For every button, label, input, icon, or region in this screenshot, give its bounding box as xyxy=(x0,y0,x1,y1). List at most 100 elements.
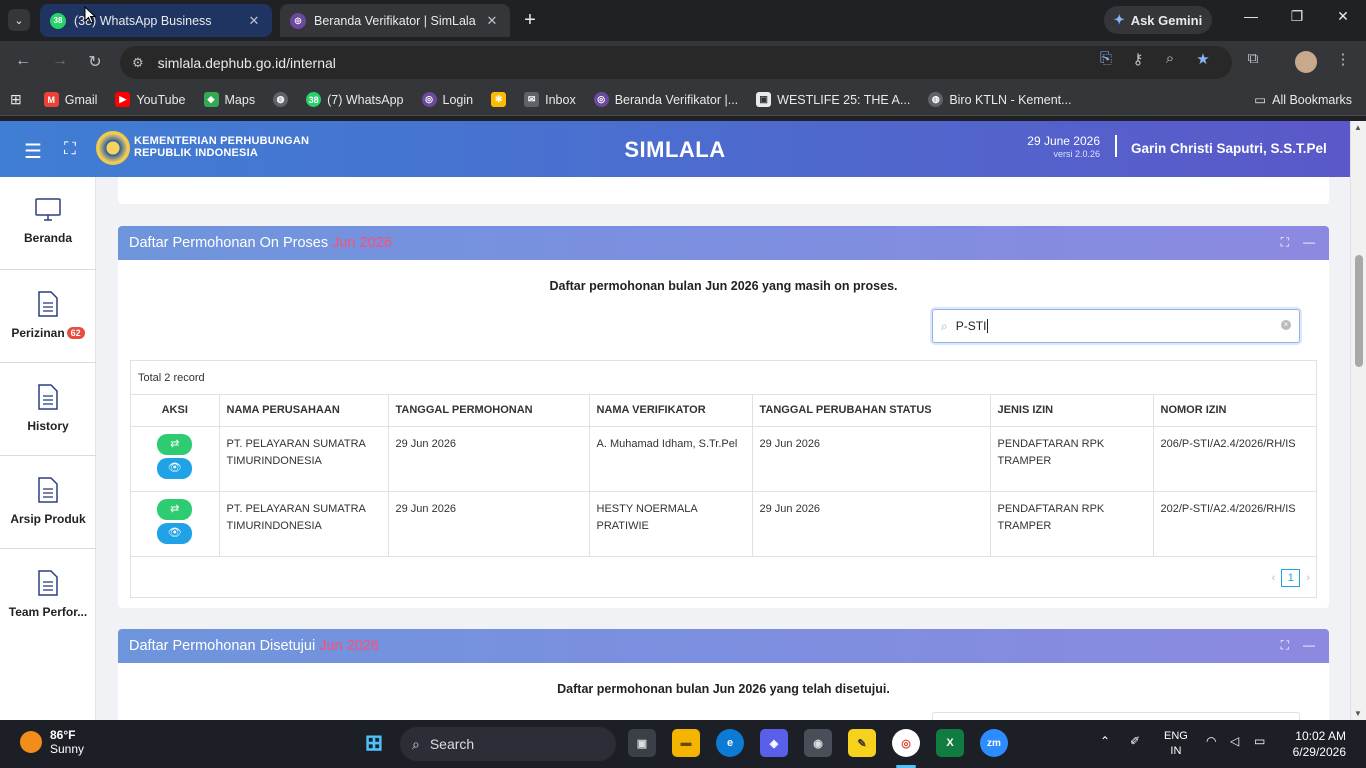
apps-grid-icon[interactable]: ⊞ xyxy=(10,91,22,108)
profile-avatar-icon[interactable] xyxy=(1295,51,1317,73)
clock-date: 6/29/2026 xyxy=(1292,745,1346,759)
bookmark-maps[interactable]: ◆ Maps xyxy=(203,92,255,107)
close-window-icon[interactable]: ✕ xyxy=(1320,8,1366,25)
close-tab-icon[interactable]: ✕ xyxy=(484,13,500,29)
back-arrow-icon[interactable]: ← xyxy=(11,52,35,70)
language-indicator[interactable]: ENG IN xyxy=(1164,729,1188,759)
expand-panel-icon[interactable]: ⛶ xyxy=(1281,638,1289,653)
sidebar-item-beranda[interactable]: Beranda xyxy=(0,177,96,270)
zoom-app-icon[interactable]: zm xyxy=(980,729,1008,757)
tab-search-chevron-icon[interactable]: ⌄ xyxy=(8,9,30,31)
extensions-puzzle-icon[interactable]: ⧉ xyxy=(1242,50,1264,67)
prev-page-icon[interactable]: ‹ xyxy=(1272,572,1276,584)
bookmark-label: Inbox xyxy=(545,92,576,107)
minimize-icon[interactable]: — xyxy=(1228,8,1274,24)
bookmark-whatsapp[interactable]: 38 (7) WhatsApp xyxy=(306,92,404,107)
page-scrollbar[interactable]: ▲ ▼ xyxy=(1350,121,1366,720)
menu-kebab-icon[interactable]: ⋮ xyxy=(1332,50,1354,68)
view-detail-button[interactable]: 👁 xyxy=(157,457,193,479)
user-name[interactable]: Garin Christi Saputri, S.S.T.Pel xyxy=(1131,141,1327,156)
chrome-icon[interactable]: ◎ xyxy=(892,729,920,757)
page-number-button[interactable]: 1 xyxy=(1281,569,1301,587)
scroll-thumb[interactable] xyxy=(1355,255,1363,367)
clock[interactable]: 10:02 AM 6/29/2026 xyxy=(1293,728,1346,760)
install-app-icon[interactable]: ⎘ xyxy=(1095,50,1117,67)
bookmark-pinwheel[interactable]: ✻ xyxy=(491,92,507,107)
taskbar-search[interactable]: ⌕ Search xyxy=(400,727,616,761)
address-bar[interactable]: ⚙ simlala.dephub.go.id/internal xyxy=(120,46,1232,79)
url-text[interactable]: simlala.dephub.go.id/internal xyxy=(158,55,336,71)
permohonan-table: AKSI NAMA PERUSAHAAN TANGGAL PERMOHONAN … xyxy=(131,395,1316,557)
key-icon[interactable]: ⚷ xyxy=(1127,50,1149,68)
bookmark-beranda[interactable]: ◎ Beranda Verifikator |... xyxy=(593,92,738,107)
search-input[interactable] xyxy=(932,712,1300,720)
pen-icon[interactable]: ✐ xyxy=(1130,734,1140,748)
search-value[interactable]: P-STI xyxy=(956,319,987,333)
column-header[interactable]: NAMA PERUSAHAAN xyxy=(219,395,389,427)
sidebar-item-perizinan[interactable]: Perizinan 62 xyxy=(0,270,96,363)
column-header[interactable]: NOMOR IZIN xyxy=(1153,395,1316,427)
scroll-up-icon[interactable]: ▲ xyxy=(1354,123,1362,132)
new-tab-plus-icon[interactable]: + xyxy=(518,8,542,32)
edge-icon[interactable]: e xyxy=(716,729,744,757)
expand-panel-icon[interactable]: ⛶ xyxy=(1281,235,1289,250)
sticky-notes-icon[interactable]: ✎ xyxy=(848,729,876,757)
bookmark-youtube[interactable]: ▶ YouTube xyxy=(115,92,186,107)
maximize-icon[interactable]: ❐ xyxy=(1274,8,1320,25)
zoom-icon[interactable]: ⌕ xyxy=(1159,50,1181,67)
clear-search-icon[interactable]: × xyxy=(1281,320,1291,330)
column-header[interactable]: AKSI xyxy=(131,395,220,427)
bookmark-gmail[interactable]: M Gmail xyxy=(43,92,97,107)
hamburger-menu-icon[interactable]: ☰ xyxy=(24,139,42,164)
tab-simlala[interactable]: ◎ Beranda Verifikator | SimLala ✕ xyxy=(280,4,510,37)
change-status-button[interactable]: ⇄ xyxy=(157,498,193,520)
cell-tanggal-permohonan: 29 Jun 2026 xyxy=(388,426,590,492)
close-tab-icon[interactable]: ✕ xyxy=(246,13,262,29)
sidebar-item-arsip-produk[interactable]: Arsip Produk xyxy=(0,456,96,549)
change-status-button[interactable]: ⇄ xyxy=(157,433,193,455)
collapse-panel-icon[interactable]: — xyxy=(1303,638,1315,653)
bookmark-star-icon[interactable]: ★ xyxy=(1192,50,1214,68)
wifi-icon[interactable]: ◠ xyxy=(1206,734,1216,748)
column-header[interactable]: TANGGAL PERMOHONAN xyxy=(388,395,590,427)
all-bookmarks-button[interactable]: ▭ All Bookmarks xyxy=(1254,92,1352,108)
fullscreen-icon[interactable]: ⛶ xyxy=(64,139,76,159)
sidebar-item-team-performance[interactable]: Team Perfor... xyxy=(0,549,96,642)
reload-icon[interactable]: ↻ xyxy=(83,52,107,72)
weather-widget[interactable]: 86°F Sunny xyxy=(20,728,84,756)
copilot-icon[interactable]: ◈ xyxy=(760,729,788,757)
collapse-panel-icon[interactable]: — xyxy=(1303,235,1315,250)
org-line-1: KEMENTERIAN PERHUBUNGAN xyxy=(134,135,310,147)
windows-start-icon[interactable]: ⊞ xyxy=(360,729,388,757)
view-detail-button[interactable]: 👁 xyxy=(157,522,193,544)
browser-tabstrip: ⌄ 38 (38) WhatsApp Business ✕ ◎ Beranda … xyxy=(0,0,1366,41)
header-date: 29 June 2026 versi 2.0.26 xyxy=(1027,134,1100,159)
site-info-icon[interactable]: ⚙ xyxy=(132,55,144,71)
sidebar-item-history[interactable]: History xyxy=(0,363,96,456)
column-header[interactable]: TANGGAL PERUBAHAN STATUS xyxy=(752,395,991,427)
file-explorer-icon[interactable]: ▬ xyxy=(672,729,700,757)
volume-icon[interactable]: ◁ xyxy=(1230,734,1239,748)
next-page-icon[interactable]: › xyxy=(1306,572,1310,584)
bookmark-globe[interactable]: ◍ xyxy=(273,92,289,107)
column-header[interactable]: NAMA VERIFIKATOR xyxy=(589,395,753,427)
bookmark-login[interactable]: ◎ Login xyxy=(421,92,473,107)
tab-whatsapp-business[interactable]: 38 (38) WhatsApp Business ✕ xyxy=(40,4,272,37)
ask-gemini-button[interactable]: ✦ Ask Gemini xyxy=(1104,6,1212,34)
search-input[interactable]: ⌕ P-STI × xyxy=(932,309,1300,343)
cell-nama-verifikator: A. Muhamad Idham, S.Tr.Pel xyxy=(589,426,753,492)
camera-icon[interactable]: ◉ xyxy=(804,729,832,757)
tray-chevron-icon[interactable]: ⌃ xyxy=(1100,734,1110,748)
column-header[interactable]: JENIS IZIN xyxy=(990,395,1154,427)
battery-icon[interactable]: ▭ xyxy=(1254,734,1265,748)
excel-icon[interactable]: X xyxy=(936,729,964,757)
globe-icon: ◍ xyxy=(273,92,289,107)
bookmark-inbox[interactable]: ✉ Inbox xyxy=(524,92,576,107)
forward-arrow-icon[interactable]: → xyxy=(48,52,72,70)
document-icon xyxy=(38,477,58,503)
bookmarks-bar: ⊞ M Gmail ▶ YouTube ◆ Maps ◍ 38 (7) WhatsApp… xyxy=(0,84,1366,116)
scroll-down-icon[interactable]: ▼ xyxy=(1354,709,1362,718)
bookmark-biro-ktln[interactable]: ◍ Biro KTLN - Kement... xyxy=(928,92,1072,107)
bookmark-westlife[interactable]: ▣ WESTLIFE 25: THE A... xyxy=(756,92,910,107)
task-view-icon[interactable]: ▣ xyxy=(628,729,656,757)
